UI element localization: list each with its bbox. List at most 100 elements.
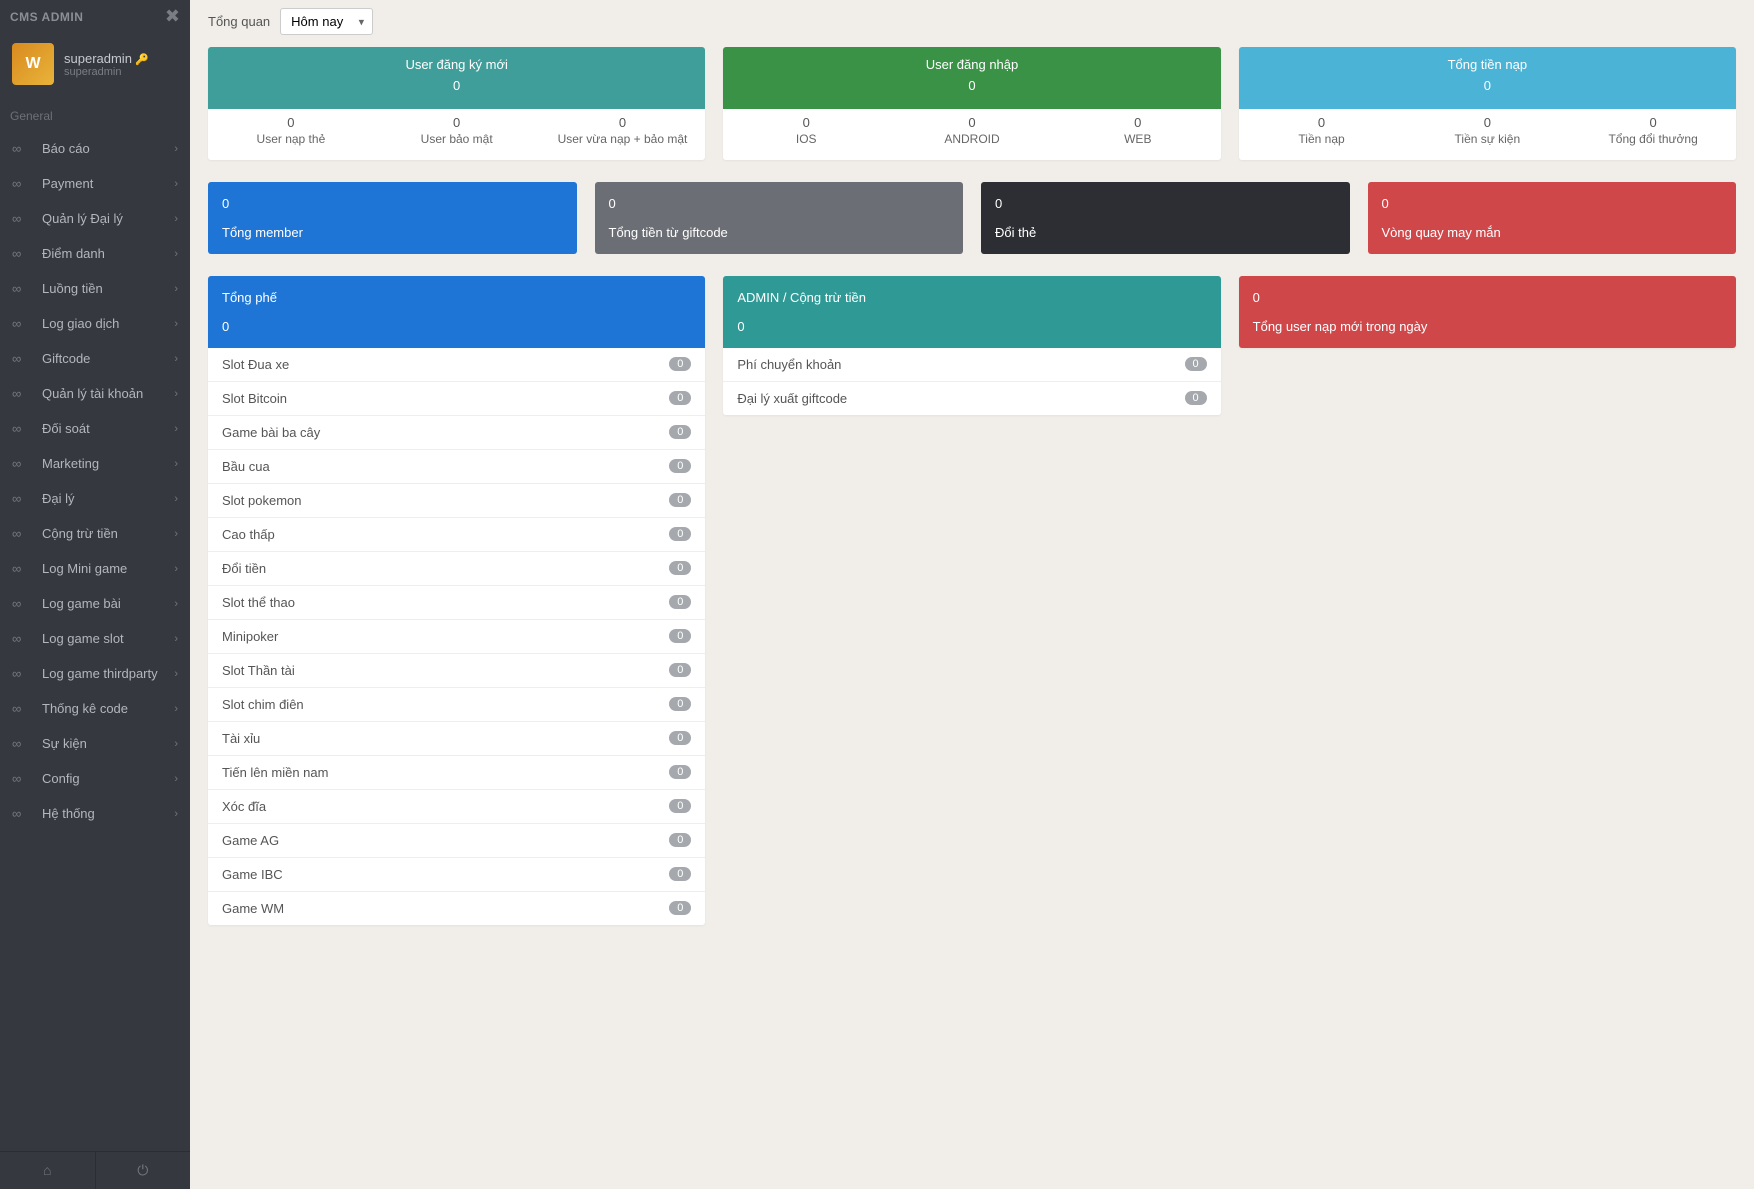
sidebar: CMS ADMIN ✖ W superadmin superadmin Gene… <box>0 0 190 1189</box>
list-item[interactable]: Game WM0 <box>208 892 705 925</box>
chevron-right-icon: › <box>174 633 178 645</box>
link-icon: ∞ <box>12 806 32 821</box>
sidebar-item-label: Log Mini game <box>42 561 174 576</box>
power-icon[interactable]: ⏻ <box>95 1152 191 1189</box>
sidebar-item[interactable]: ∞Log game bài› <box>0 586 190 621</box>
stat-cell-label: IOS <box>723 132 889 148</box>
sidebar-item[interactable]: ∞Luồng tiền› <box>0 271 190 306</box>
link-icon: ∞ <box>12 141 32 156</box>
sidebar-item-label: Log giao dịch <box>42 316 174 331</box>
list-item[interactable]: Game AG0 <box>208 824 705 858</box>
chevron-right-icon: › <box>174 668 178 680</box>
list-item-label: Đại lý xuất giftcode <box>737 391 847 406</box>
chevron-right-icon: › <box>174 178 178 190</box>
sidebar-item[interactable]: ∞Thống kê code› <box>0 691 190 726</box>
panel-value: 0 <box>222 319 691 334</box>
list-item[interactable]: Tài xỉu0 <box>208 722 705 756</box>
sidebar-item-label: Sự kiện <box>42 736 174 751</box>
stat-cell: 0ANDROID <box>889 115 1055 148</box>
stat-cell: 0WEB <box>1055 115 1221 148</box>
link-icon: ∞ <box>12 561 32 576</box>
sidebar-item[interactable]: ∞Cộng trừ tiền› <box>0 516 190 551</box>
app-title: CMS ADMIN <box>10 10 83 24</box>
mid-cards-row: 0Tổng member0Tổng tiền từ giftcode0Đổi t… <box>208 182 1736 254</box>
sidebar-item[interactable]: ∞Payment› <box>0 166 190 201</box>
list-item[interactable]: Đại lý xuất giftcode 0 <box>723 382 1220 415</box>
list-item[interactable]: Đổi tiền0 <box>208 552 705 586</box>
stat-cell-label: Tiền sự kiện <box>1404 132 1570 148</box>
count-badge: 0 <box>669 527 691 541</box>
stat-cell-value: 0 <box>374 115 540 130</box>
link-icon: ∞ <box>12 456 32 471</box>
stat-cell: 0IOS <box>723 115 889 148</box>
sidebar-item[interactable]: ∞Giftcode› <box>0 341 190 376</box>
summary-card: 0Vòng quay may mắn <box>1368 182 1737 254</box>
panel-title: ADMIN / Cộng trừ tiền <box>737 290 1206 305</box>
stat-cell-label: User bảo mật <box>374 132 540 148</box>
sidebar-item[interactable]: ∞Hệ thống› <box>0 796 190 831</box>
sidebar-item[interactable]: ∞Log Mini game› <box>0 551 190 586</box>
list-item[interactable]: Phí chuyển khoản0 <box>723 348 1220 382</box>
chevron-right-icon: › <box>174 143 178 155</box>
link-icon: ∞ <box>12 526 32 541</box>
nav: ∞Báo cáo›∞Payment›∞Quản lý Đại lý›∞Điểm … <box>0 131 190 1151</box>
list-item[interactable]: Slot Đua xe0 <box>208 348 705 382</box>
summary-value: 0 <box>1382 196 1723 211</box>
chevron-right-icon: › <box>174 493 178 505</box>
list-item-label: Phí chuyển khoản <box>737 357 841 372</box>
count-badge: 0 <box>669 425 691 439</box>
list-item[interactable]: Game bài ba cây0 <box>208 416 705 450</box>
summary-value: 0 <box>222 196 563 211</box>
sidebar-item[interactable]: ∞Log game slot› <box>0 621 190 656</box>
link-icon: ∞ <box>12 246 32 261</box>
link-icon: ∞ <box>12 631 32 646</box>
date-range-select[interactable]: Hôm nay <box>280 8 373 35</box>
count-badge: 0 <box>669 459 691 473</box>
panel-value: 0 <box>737 319 1206 334</box>
sidebar-item[interactable]: ∞Đại lý› <box>0 481 190 516</box>
list-item[interactable]: Xóc đĩa0 <box>208 790 705 824</box>
list-item[interactable]: Minipoker0 <box>208 620 705 654</box>
link-icon: ∞ <box>12 386 32 401</box>
list-item[interactable]: Cao thấp 0 <box>208 518 705 552</box>
link-icon: ∞ <box>12 176 32 191</box>
count-badge: 0 <box>669 901 691 915</box>
stat-cell: 0User vừa nạp + bảo mật <box>540 115 706 148</box>
list-item[interactable]: Game IBC0 <box>208 858 705 892</box>
count-badge: 0 <box>669 391 691 405</box>
link-icon: ∞ <box>12 351 32 366</box>
count-badge: 0 <box>669 799 691 813</box>
list-item[interactable]: Slot Bitcoin0 <box>208 382 705 416</box>
sidebar-item[interactable]: ∞Đối soát› <box>0 411 190 446</box>
list-item[interactable]: Slot Thần tài0 <box>208 654 705 688</box>
sidebar-item[interactable]: ∞Sự kiện› <box>0 726 190 761</box>
list-item-label: Cao thấp <box>222 527 275 542</box>
list-item[interactable]: Tiến lên miền nam0 <box>208 756 705 790</box>
sidebar-item-label: Config <box>42 771 174 786</box>
sidebar-item[interactable]: ∞Marketing› <box>0 446 190 481</box>
close-icon[interactable]: ✖ <box>165 6 180 27</box>
stat-cell-label: User nạp thẻ <box>208 132 374 148</box>
panel-user-nap-moi: 0 Tổng user nạp mới trong ngày <box>1239 276 1736 348</box>
list-item[interactable]: Slot pokemon0 <box>208 484 705 518</box>
summary-value: 0 <box>609 196 950 211</box>
stat-card: User đăng nhập00IOS0ANDROID0WEB <box>723 47 1220 160</box>
list-item[interactable]: Slot thể thao0 <box>208 586 705 620</box>
home-icon[interactable]: ⌂ <box>0 1152 95 1189</box>
sidebar-item[interactable]: ∞Báo cáo› <box>0 131 190 166</box>
sidebar-item[interactable]: ∞Điểm danh› <box>0 236 190 271</box>
list-item[interactable]: Bầu cua0 <box>208 450 705 484</box>
list-item[interactable]: Slot chim điên0 <box>208 688 705 722</box>
sidebar-item[interactable]: ∞Log giao dịch› <box>0 306 190 341</box>
link-icon: ∞ <box>12 736 32 751</box>
sidebar-item-label: Quản lý tài khoản <box>42 386 174 401</box>
stat-cell: 0Tổng đổi thưởng <box>1570 115 1736 148</box>
sidebar-item[interactable]: ∞Quản lý tài khoản› <box>0 376 190 411</box>
count-badge: 0 <box>1185 391 1207 405</box>
sidebar-item-label: Quản lý Đại lý <box>42 211 174 226</box>
sidebar-item[interactable]: ∞Config› <box>0 761 190 796</box>
sidebar-item[interactable]: ∞Log game thirdparty› <box>0 656 190 691</box>
list-item-label: Slot Thần tài <box>222 663 295 678</box>
sidebar-item-label: Thống kê code <box>42 701 174 716</box>
sidebar-item[interactable]: ∞Quản lý Đại lý› <box>0 201 190 236</box>
